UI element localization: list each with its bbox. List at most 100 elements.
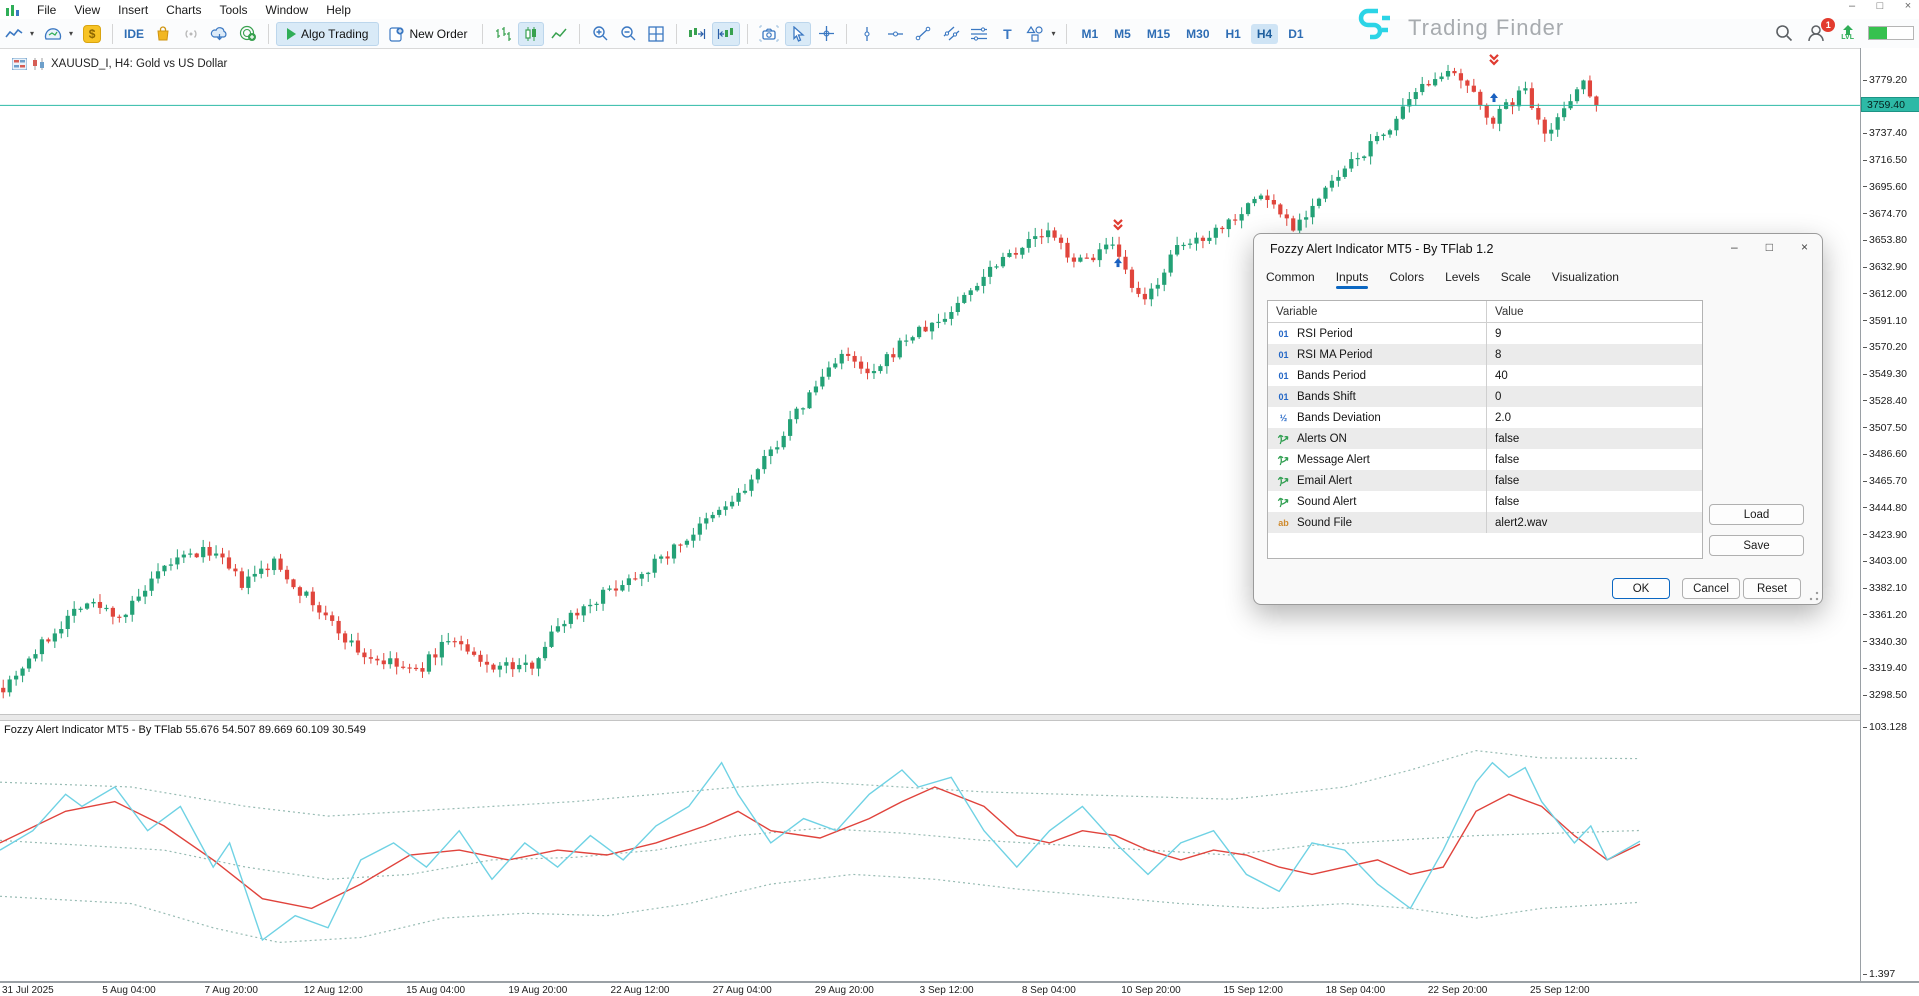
screenshot-button[interactable]: [755, 22, 783, 46]
variable-value[interactable]: false: [1486, 470, 1702, 491]
timeframe-d1[interactable]: D1: [1282, 24, 1309, 44]
horizontal-line-tool-button[interactable]: [882, 22, 908, 46]
timeframe-m1[interactable]: M1: [1075, 24, 1104, 44]
variable-value[interactable]: 0: [1486, 386, 1702, 407]
dialog-tab-visualization[interactable]: Visualization: [1552, 270, 1619, 289]
input-row-bands-period[interactable]: 01Bands Period40: [1268, 365, 1702, 386]
cloud-button[interactable]: [206, 22, 233, 46]
input-row-rsi-period[interactable]: 01RSI Period9: [1268, 323, 1702, 344]
timeframe-m5[interactable]: M5: [1108, 24, 1137, 44]
bar-chart-type-button[interactable]: [490, 22, 516, 46]
candlestick-type-button[interactable]: [518, 22, 544, 46]
dialog-tab-levels[interactable]: Levels: [1445, 270, 1480, 289]
ide-button[interactable]: IDE: [120, 22, 148, 46]
cloud-icon: [210, 26, 229, 41]
variable-value[interactable]: false: [1486, 449, 1702, 470]
window-minimize-button[interactable]: –: [1845, 0, 1859, 13]
tile-windows-button[interactable]: [643, 22, 669, 46]
save-button[interactable]: Save: [1709, 535, 1804, 556]
trendline-icon: [915, 26, 931, 41]
variable-value[interactable]: false: [1486, 428, 1702, 449]
variable-value[interactable]: 8: [1486, 344, 1702, 365]
dialog-tab-colors[interactable]: Colors: [1389, 270, 1424, 289]
menu-charts[interactable]: Charts: [157, 2, 210, 18]
time-label: 12 Aug 12:00: [304, 985, 363, 996]
variable-name: Message Alert: [1297, 454, 1370, 466]
price-tick: 3423.90: [1863, 529, 1907, 541]
dialog-tab-inputs[interactable]: Inputs: [1336, 270, 1369, 289]
chart-profile-button[interactable]: ▾: [1, 22, 38, 46]
zoom-in-button[interactable]: [587, 22, 613, 46]
dialog-minimize-button[interactable]: –: [1731, 240, 1738, 254]
menu-file[interactable]: File: [28, 2, 65, 18]
panel-splitter[interactable]: [0, 714, 1919, 721]
level-button[interactable]: LVL: [1841, 25, 1854, 41]
market-watch-button[interactable]: ▾: [40, 22, 77, 46]
chevron-down-icon: ▾: [30, 29, 34, 38]
input-row-bands-shift[interactable]: 01Bands Shift0: [1268, 386, 1702, 407]
input-row-rsi-ma-period[interactable]: 01RSI MA Period8: [1268, 344, 1702, 365]
menu-insert[interactable]: Insert: [109, 2, 157, 18]
dialog-titlebar[interactable]: Fozzy Alert Indicator MT5 - By TFlab 1.2…: [1254, 234, 1822, 264]
chart-shift-button[interactable]: [684, 22, 710, 46]
reset-button[interactable]: Reset: [1743, 578, 1801, 599]
load-button[interactable]: Load: [1709, 504, 1804, 525]
resize-grip-icon[interactable]: [1809, 591, 1819, 601]
timeframe-h4[interactable]: H4: [1251, 24, 1278, 44]
input-row-sound-alert[interactable]: Sound Alertfalse: [1268, 491, 1702, 512]
menu-tools[interactable]: Tools: [211, 2, 257, 18]
timeframe-m15[interactable]: M15: [1141, 24, 1176, 44]
variable-value[interactable]: 40: [1486, 365, 1702, 386]
input-row-message-alert[interactable]: Message Alert false: [1268, 449, 1702, 470]
input-row-alerts-on[interactable]: Alerts ON false: [1268, 428, 1702, 449]
price-tick: 3319.40: [1863, 662, 1907, 674]
dialog-tab-scale[interactable]: Scale: [1501, 270, 1531, 289]
dialog-maximize-button[interactable]: □: [1766, 240, 1773, 254]
menu-help[interactable]: Help: [317, 2, 360, 18]
timeframe-h1[interactable]: H1: [1220, 24, 1247, 44]
shapes-tool-button[interactable]: ▾: [1022, 22, 1059, 46]
zoom-out-button[interactable]: [615, 22, 641, 46]
signals-button[interactable]: [178, 22, 204, 46]
time-axis[interactable]: 31 Jul 20255 Aug 04:007 Aug 20:0012 Aug …: [0, 982, 1919, 996]
channel-tool-button[interactable]: [938, 22, 964, 46]
text-tool-button[interactable]: T: [994, 22, 1020, 46]
vertical-line-tool-button[interactable]: [854, 22, 880, 46]
toolbar: ▾ ▾ $ IDE Algo Trading New Order: [0, 19, 1919, 49]
new-order-button[interactable]: New Order: [381, 22, 475, 46]
sell-alert-icon: [1114, 220, 1122, 229]
variable-value[interactable]: 2.0: [1486, 407, 1702, 428]
variable-name: Alerts ON: [1297, 433, 1347, 445]
notifications-button[interactable]: 1: [1807, 24, 1827, 42]
line-chart-type-button[interactable]: [546, 22, 572, 46]
timeframe-m30[interactable]: M30: [1180, 24, 1215, 44]
window-maximize-button[interactable]: □: [1873, 0, 1887, 13]
trendline-tool-button[interactable]: [910, 22, 936, 46]
crosshair-button[interactable]: [813, 22, 839, 46]
dialog-tab-common[interactable]: Common: [1266, 270, 1315, 289]
variable-value[interactable]: 9: [1486, 323, 1702, 344]
cursor-button[interactable]: [785, 22, 811, 46]
indicator-chart-area[interactable]: [0, 721, 1860, 981]
market-button[interactable]: $: [79, 22, 105, 46]
zoom-out-icon: [620, 25, 637, 42]
menu-window[interactable]: Window: [257, 2, 318, 18]
input-row-bands-deviation[interactable]: ½Bands Deviation2.0: [1268, 407, 1702, 428]
dialog-close-button[interactable]: ×: [1801, 240, 1808, 254]
price-axis[interactable]: 3779.203737.403716.503695.603674.703653.…: [1860, 48, 1919, 981]
variable-value[interactable]: alert2.wav: [1486, 512, 1702, 533]
menu-view[interactable]: View: [65, 2, 109, 18]
algo-trading-button[interactable]: Algo Trading: [276, 22, 379, 46]
variable-value[interactable]: false: [1486, 491, 1702, 512]
community-button[interactable]: [235, 22, 261, 46]
auto-scroll-button[interactable]: [712, 22, 740, 46]
fibonacci-tool-button[interactable]: [966, 22, 992, 46]
market-bag-button[interactable]: [150, 22, 176, 46]
ok-button[interactable]: OK: [1612, 578, 1670, 599]
input-row-sound-file[interactable]: abSound Filealert2.wav: [1268, 512, 1702, 533]
bool-icon: [1276, 453, 1291, 466]
search-icon[interactable]: [1775, 24, 1793, 42]
cancel-button[interactable]: Cancel: [1682, 578, 1740, 599]
window-close-button[interactable]: ×: [1901, 0, 1915, 13]
input-row-email-alert[interactable]: Email Alertfalse: [1268, 470, 1702, 491]
